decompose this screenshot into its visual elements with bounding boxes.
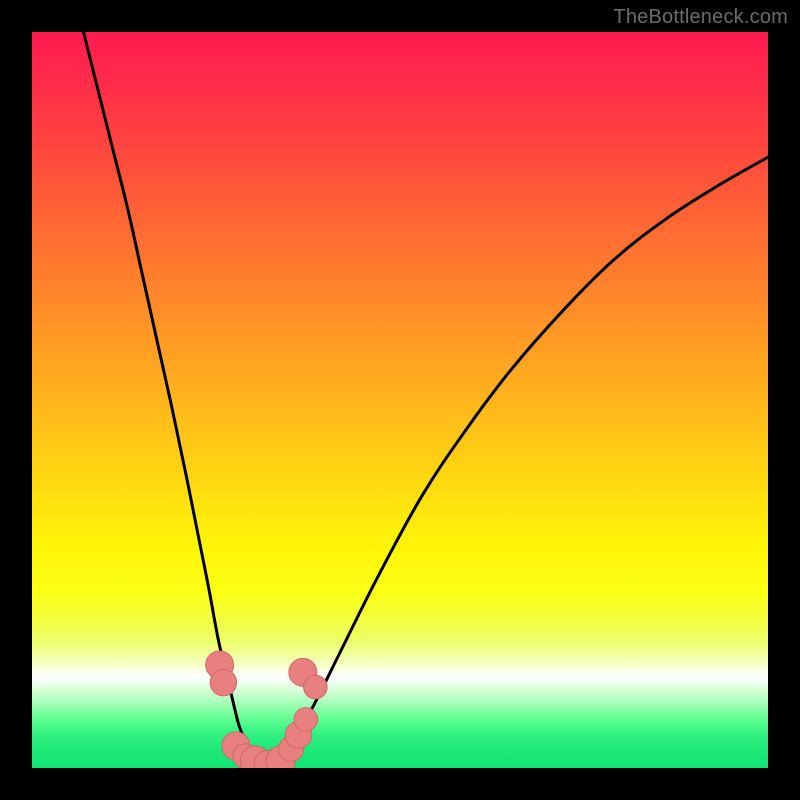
curve-right-curve: [275, 157, 768, 763]
data-marker: [294, 708, 318, 732]
watermark-text: TheBottleneck.com: [613, 6, 788, 29]
chart-markers: [206, 651, 327, 768]
chart-frame: TheBottleneck.com: [0, 0, 800, 800]
plot-area: [32, 32, 768, 768]
chart-svg: [32, 32, 768, 768]
data-marker: [304, 675, 328, 699]
chart-curves: [84, 32, 768, 764]
curve-left-curve: [84, 32, 261, 764]
data-marker: [210, 669, 237, 696]
